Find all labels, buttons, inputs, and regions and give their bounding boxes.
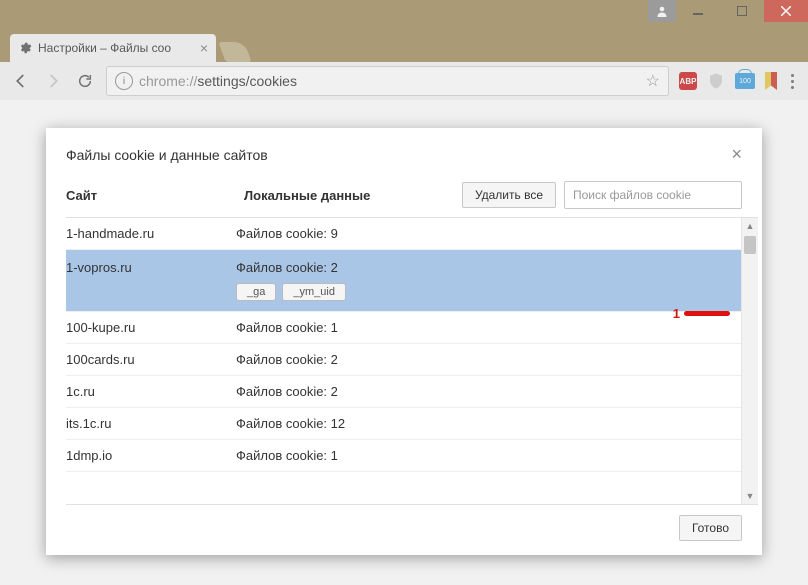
column-header-site: Сайт bbox=[66, 188, 236, 203]
dialog-toolbar: Сайт Локальные данные Удалить все Поиск … bbox=[46, 175, 762, 217]
site-data: Файлов cookie: 1 bbox=[236, 320, 758, 335]
site-name: 1-handmade.ru bbox=[66, 226, 236, 241]
scrollbar[interactable]: ▲ ▼ bbox=[741, 218, 758, 504]
site-data: Файлов cookie: 2_ga_ym_uid bbox=[236, 260, 732, 301]
site-data: Файлов cookie: 9 bbox=[236, 226, 758, 241]
dialog-footer: Готово bbox=[46, 505, 762, 555]
cookies-dialog: Файлы cookie и данные сайтов × Сайт Лока… bbox=[46, 128, 762, 555]
site-name: 1c.ru bbox=[66, 384, 236, 399]
dialog-title: Файлы cookie и данные сайтов bbox=[66, 147, 731, 163]
dialog-header: Файлы cookie и данные сайтов × bbox=[46, 128, 762, 175]
cookie-chip[interactable]: _ym_uid bbox=[282, 283, 346, 301]
cookie-chip[interactable]: _ga bbox=[236, 283, 276, 301]
dialog-close-icon[interactable]: × bbox=[731, 144, 742, 165]
delete-all-button[interactable]: Удалить все bbox=[462, 182, 556, 208]
cookie-site-list: 1-handmade.ruФайлов cookie: 9 1-vopros.ru… bbox=[66, 217, 758, 505]
site-name: its.1c.ru bbox=[66, 416, 236, 431]
site-row[interactable]: 1c.ruФайлов cookie: 2 bbox=[66, 376, 758, 408]
cookie-chips: _ga _ym_uid bbox=[236, 283, 732, 301]
annotation-1: 1 bbox=[673, 306, 730, 321]
scroll-down-icon[interactable]: ▼ bbox=[742, 488, 758, 504]
site-data: Файлов cookie: 2 bbox=[236, 384, 758, 399]
site-row[interactable]: 100cards.ruФайлов cookie: 2 bbox=[66, 344, 758, 376]
site-name: 1-vopros.ru bbox=[66, 260, 236, 275]
site-data: Файлов cookie: 12 bbox=[236, 416, 758, 431]
site-row[interactable]: 1-vopros.ruФайлов cookie: 2_ga_ym_uid1× bbox=[66, 250, 758, 312]
site-data: Файлов cookie: 1 bbox=[236, 448, 758, 463]
done-button[interactable]: Готово bbox=[679, 515, 742, 541]
browser-window: Настройки – Файлы coo × i chrome://setti… bbox=[0, 0, 808, 585]
scroll-up-icon[interactable]: ▲ bbox=[742, 218, 758, 234]
site-row[interactable]: 100-kupe.ruФайлов cookie: 1 bbox=[66, 312, 758, 344]
cookie-search-input[interactable]: Поиск файлов cookie bbox=[564, 181, 742, 209]
site-row[interactable]: 1dmp.ioФайлов cookie: 1 bbox=[66, 440, 758, 472]
site-row[interactable]: its.1c.ruФайлов cookie: 12 bbox=[66, 408, 758, 440]
site-name: 100cards.ru bbox=[66, 352, 236, 367]
scroll-thumb[interactable] bbox=[744, 236, 756, 254]
site-row[interactable]: 1-handmade.ruФайлов cookie: 9 bbox=[66, 218, 758, 250]
site-name: 1dmp.io bbox=[66, 448, 236, 463]
site-data: Файлов cookie: 2 bbox=[236, 352, 758, 367]
site-name: 100-kupe.ru bbox=[66, 320, 236, 335]
column-header-data: Локальные данные bbox=[244, 188, 454, 203]
